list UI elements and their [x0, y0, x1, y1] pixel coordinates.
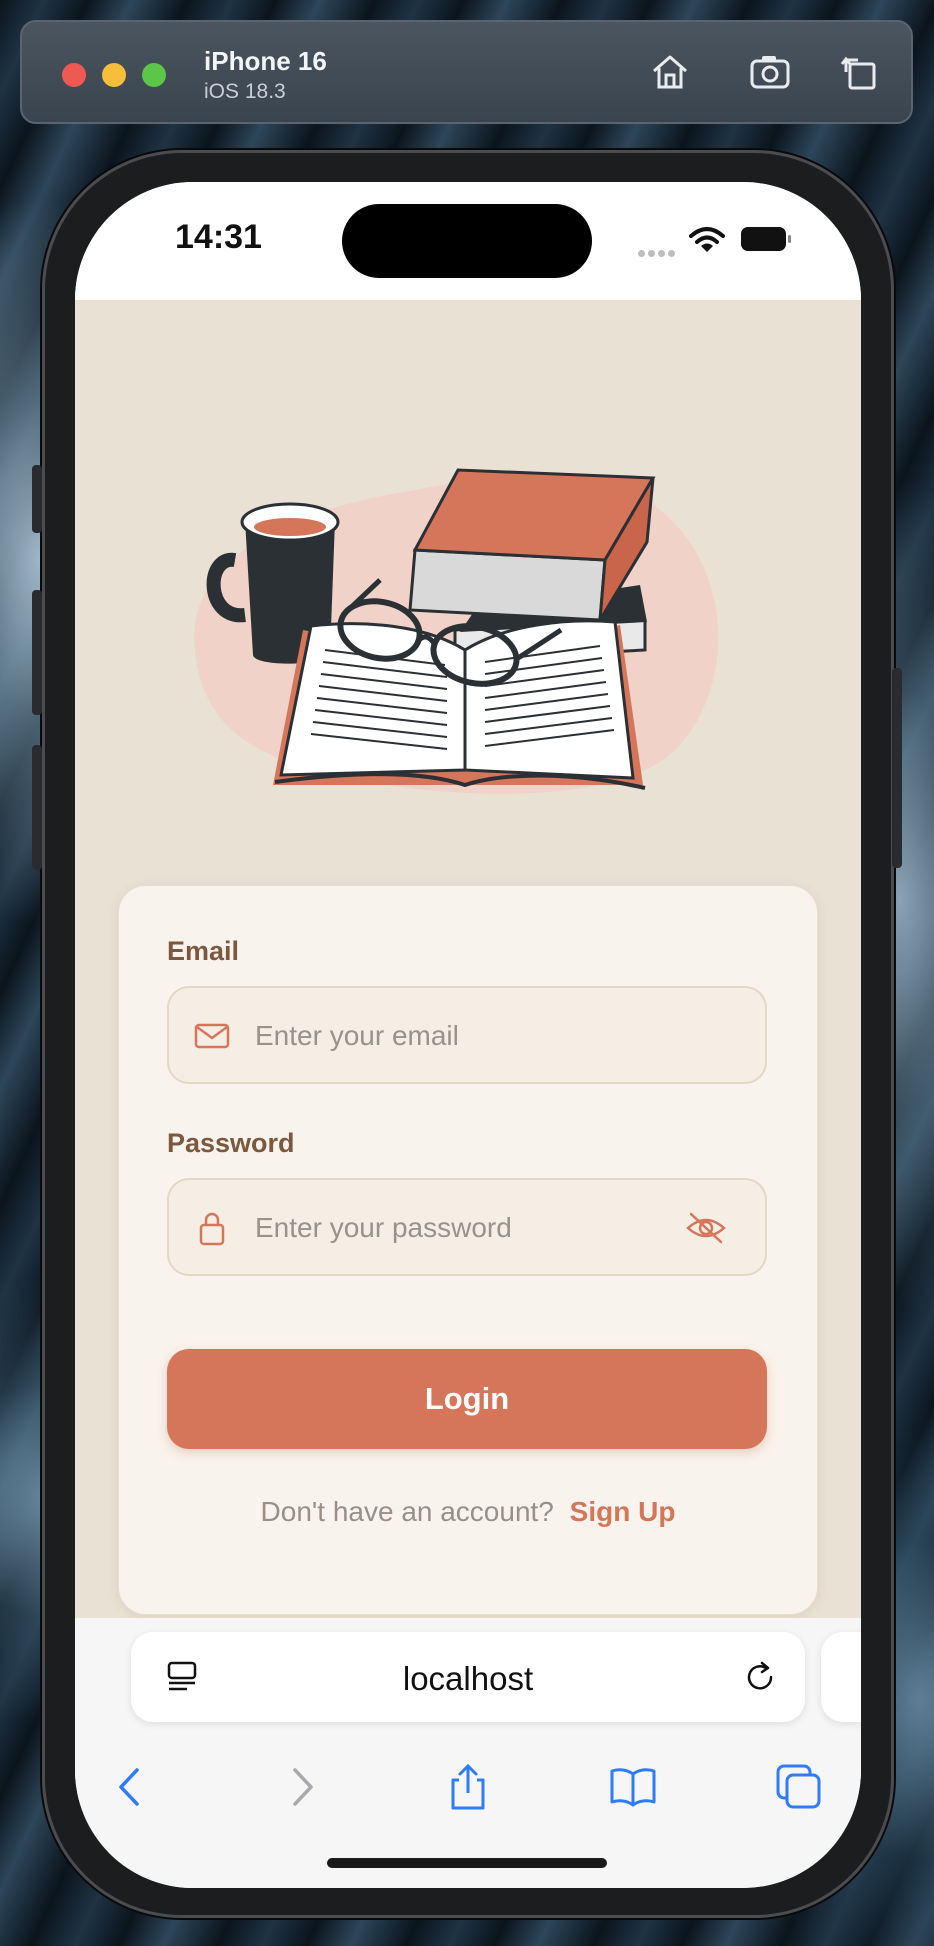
home-icon[interactable] — [648, 50, 692, 94]
share-icon[interactable] — [443, 1762, 493, 1812]
email-input[interactable] — [253, 988, 677, 1084]
volume-down-button — [32, 745, 42, 870]
books-illustration — [175, 450, 775, 820]
login-button[interactable]: Login — [167, 1349, 767, 1449]
device-name: iPhone 16 — [204, 46, 327, 76]
back-icon[interactable] — [107, 1762, 157, 1812]
email-label: Email — [167, 936, 240, 966]
url-text: localhost — [402, 1660, 534, 1697]
mail-icon — [193, 1018, 231, 1054]
email-field[interactable] — [167, 986, 767, 1084]
minimize-window-button[interactable] — [102, 63, 126, 87]
eye-off-icon[interactable] — [685, 1210, 727, 1246]
os-version: iOS 18.3 — [204, 80, 286, 103]
battery-icon — [740, 226, 792, 252]
screenshot-icon[interactable] — [748, 50, 792, 94]
side-button — [892, 668, 902, 868]
reload-icon[interactable] — [741, 1658, 779, 1696]
phone-screen: 14:31 Email Enter your email Password Lo… — [75, 182, 861, 1888]
rotate-icon[interactable] — [838, 50, 882, 94]
status-bar: 14:31 — [75, 182, 861, 300]
next-tab-peek[interactable] — [821, 1632, 861, 1722]
status-time: 14:31 — [175, 218, 262, 256]
password-field[interactable] — [167, 1178, 767, 1276]
signup-row: Don't have an account? Sign Up — [119, 1496, 817, 1528]
address-bar[interactable]: localhost — [131, 1632, 805, 1722]
password-label: Password — [167, 1128, 295, 1158]
action-button — [32, 465, 42, 533]
signup-link[interactable]: Sign Up — [570, 1496, 676, 1527]
simulator-title-bar: iPhone 16 iOS 18.3 — [20, 20, 913, 124]
close-window-button[interactable] — [62, 63, 86, 87]
wifi-icon — [689, 226, 725, 254]
zoom-window-button[interactable] — [142, 63, 166, 87]
home-indicator — [327, 1858, 607, 1868]
forward-icon — [277, 1762, 327, 1812]
dynamic-island — [342, 204, 592, 278]
password-input[interactable] — [253, 1180, 677, 1276]
login-card: Email Password Login Don't have an ac — [118, 885, 818, 1615]
tabs-icon[interactable] — [774, 1762, 824, 1812]
login-screen: Email Password Login Don't have an ac — [75, 300, 861, 1620]
lock-icon — [193, 1210, 231, 1246]
volume-up-button — [32, 590, 42, 715]
signup-prompt: Don't have an account? — [260, 1496, 554, 1527]
bookmarks-icon[interactable] — [608, 1762, 658, 1812]
browser-toolbar: localhost — [75, 1618, 861, 1888]
cellular-icon — [638, 244, 678, 262]
